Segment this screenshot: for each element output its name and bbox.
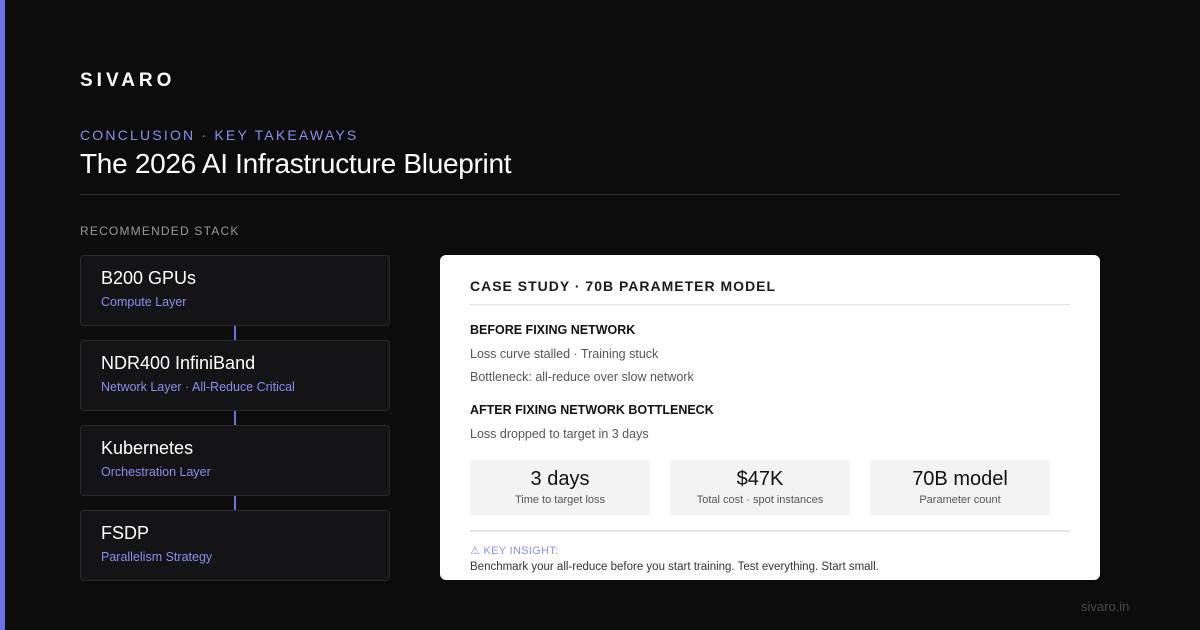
stack-item-orchestration: Kubernetes Orchestration Layer <box>80 425 390 496</box>
stack-item-subtitle: Parallelism Strategy <box>101 550 213 564</box>
stack-connector <box>234 496 236 510</box>
metric-label: Total cost · spot instances <box>696 494 824 506</box>
metric-value: 3 days <box>530 468 590 490</box>
case-divider <box>470 304 1070 305</box>
after-line: Loss dropped to target in 3 days <box>470 427 649 441</box>
metric-value: 70B model <box>912 468 1008 490</box>
page-title: The 2026 AI Infrastructure Blueprint <box>80 148 512 179</box>
stack-item-name: FSDP <box>101 523 150 543</box>
insight-text: Benchmark your all-reduce before you sta… <box>470 561 879 573</box>
stack-connector <box>234 326 236 340</box>
stack-item-subtitle: Orchestration Layer <box>101 465 211 479</box>
stack-item-name: NDR400 InfiniBand <box>101 353 256 373</box>
stack-item-subtitle: Compute Layer <box>101 295 187 309</box>
stack-item-parallelism: FSDP Parallelism Strategy <box>80 510 390 581</box>
before-label: BEFORE FIXING NETWORK <box>470 323 636 337</box>
before-line: Loss curve stalled · Training stuck <box>470 347 659 361</box>
stack-heading: RECOMMENDED STACK <box>80 224 240 238</box>
metric-label: Parameter count <box>919 494 1001 506</box>
brand-logo: SIVARO <box>80 70 176 91</box>
case-study-card: CASE STUDY · 70B PARAMETER MODEL BEFORE … <box>440 255 1100 580</box>
footer-url: sivaro.in <box>1081 599 1130 614</box>
metric-value: $47K <box>736 468 784 490</box>
before-line: Bottleneck: all-reduce over slow network <box>470 370 694 384</box>
metric-cost: $47K Total cost · spot instances <box>670 460 850 515</box>
metric-label: Time to target loss <box>514 494 606 506</box>
stack-item-gpus: B200 GPUs Compute Layer <box>80 255 390 326</box>
stack-item-name: B200 GPUs <box>101 268 197 288</box>
case-divider <box>470 530 1070 532</box>
stack-item-name: Kubernetes <box>101 438 194 458</box>
stack-item-subtitle: Network Layer · All-Reduce Critical <box>101 380 295 394</box>
accent-bar <box>0 0 5 630</box>
stack-item-network: NDR400 InfiniBand Network Layer · All-Re… <box>80 340 390 411</box>
stack-connector <box>234 411 236 425</box>
title-divider <box>80 194 1120 195</box>
after-label: AFTER FIXING NETWORK BOTTLENECK <box>470 403 714 417</box>
case-study-title: CASE STUDY · 70B PARAMETER MODEL <box>470 278 777 294</box>
metric-time: 3 days Time to target loss <box>470 460 650 515</box>
eyebrow-label: CONCLUSION · KEY TAKEAWAYS <box>80 127 359 143</box>
metric-params: 70B model Parameter count <box>870 460 1050 515</box>
insight-label: ⚠ KEY INSIGHT: <box>470 545 559 557</box>
